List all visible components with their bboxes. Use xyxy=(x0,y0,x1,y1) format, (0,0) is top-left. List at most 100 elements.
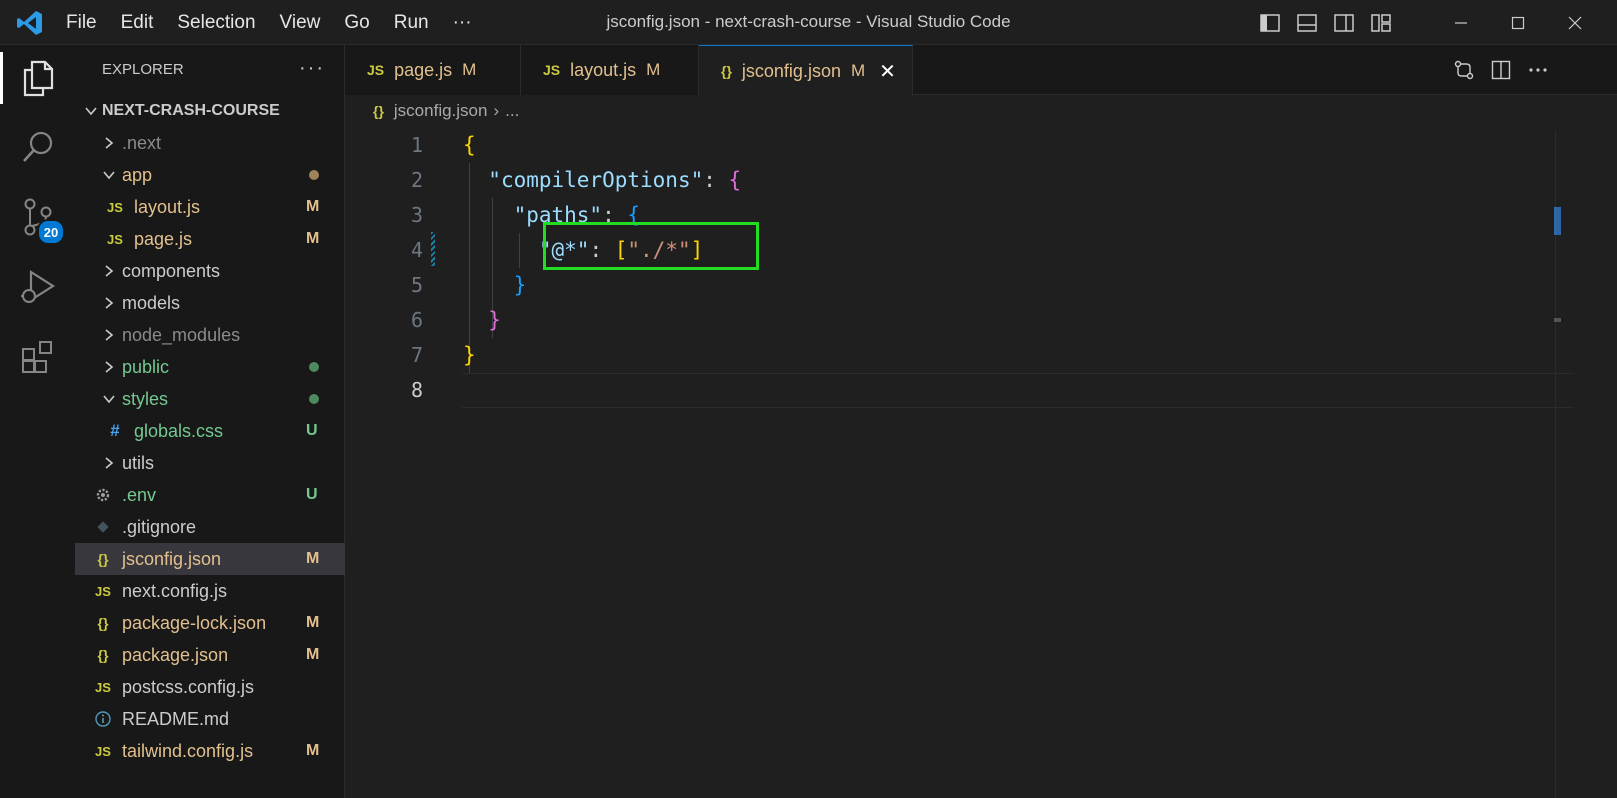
line-number: 6 xyxy=(410,308,423,332)
code-editor[interactable]: 1 { 2 "compilerOptions": { 3 "paths": { … xyxy=(345,125,1617,798)
js-file-icon: JS xyxy=(107,231,123,247)
file-tree-item[interactable]: JS tailwind.config.js M xyxy=(75,735,345,767)
tab-label: layout.js xyxy=(570,59,637,80)
chevron-down-icon xyxy=(100,165,118,185)
brace: } xyxy=(488,308,501,332)
file-tree-item[interactable]: {} package.json M xyxy=(75,639,345,671)
tab-modified-indicator: M xyxy=(850,61,866,80)
tab-jsconfig-json[interactable]: {} jsconfig.json M ✕ xyxy=(699,45,913,96)
file-tree-item-label: README.md xyxy=(122,708,230,729)
file-tree-item[interactable]: .gitignore xyxy=(75,511,345,543)
file-tree-item-label: public xyxy=(122,356,170,377)
explorer-activity[interactable] xyxy=(0,48,75,108)
toggle-panel-icon[interactable] xyxy=(1288,0,1325,45)
breadcrumb-separator: › xyxy=(493,101,500,120)
window-controls xyxy=(1432,0,1603,45)
file-tree-item-label: .gitignore xyxy=(122,516,197,537)
tab-modified-indicator: M xyxy=(462,60,477,79)
line-number: 7 xyxy=(410,343,423,367)
minimize-icon[interactable] xyxy=(1432,0,1489,45)
file-tree-item[interactable]: JS next.config.js xyxy=(75,575,345,607)
chevron-down-icon xyxy=(85,107,97,116)
js-file-icon: JS xyxy=(95,583,111,599)
file-tree-item[interactable]: .next xyxy=(75,127,345,159)
file-tree-item-label: node_modules xyxy=(122,324,241,345)
maximize-icon[interactable] xyxy=(1489,0,1546,45)
file-tree: .next app JS layout.js M JS page.js Mcomponents… xyxy=(75,127,345,767)
git-status-dot xyxy=(309,362,319,372)
git-status-letter: M xyxy=(306,230,320,247)
breadcrumb-more[interactable]: ... xyxy=(505,101,519,121)
file-tree-item[interactable]: # globals.css U xyxy=(75,415,345,447)
js-file-icon: JS xyxy=(107,199,123,215)
run-debug-activity[interactable] xyxy=(0,257,75,317)
js-file-icon: JS xyxy=(95,743,111,759)
breadcrumb-file[interactable]: jsconfig.json xyxy=(394,101,488,121)
tab-label: page.js xyxy=(394,59,453,80)
code-line: 6 } xyxy=(345,303,1555,338)
explorer-sidebar: EXPLORER ··· NEXT-CRASH-COURSE .next app J… xyxy=(75,45,345,798)
workspace-root[interactable]: NEXT-CRASH-COURSE xyxy=(75,95,345,127)
close-tab-icon[interactable]: ✕ xyxy=(879,59,896,84)
file-tree-item[interactable]: .env U xyxy=(75,479,345,511)
toggle-primary-sidebar-icon[interactable] xyxy=(1251,0,1288,45)
menu-selection[interactable]: Selection xyxy=(165,12,267,34)
brace: } xyxy=(513,273,527,297)
css-file-icon: # xyxy=(110,421,120,440)
menu-more[interactable]: ··· xyxy=(441,12,484,34)
file-tree-item-label: package-lock.json xyxy=(122,612,267,633)
tab-layout-js[interactable]: JS layout.js M xyxy=(521,45,699,95)
js-file-icon: JS xyxy=(367,62,385,78)
vscode-logo-icon[interactable] xyxy=(16,9,44,37)
chevron-right-icon xyxy=(100,293,118,313)
file-tree-item[interactable]: {} package-lock.json M xyxy=(75,607,345,639)
toggle-secondary-sidebar-icon[interactable] xyxy=(1325,0,1362,45)
file-tree-item-label: layout.js xyxy=(134,196,201,217)
json-key: "compilerOptions" xyxy=(488,168,704,192)
file-tree-item[interactable]: {} jsconfig.json M xyxy=(75,543,345,575)
customize-layout-icon[interactable] xyxy=(1362,0,1399,45)
file-tree-item[interactable]: JS page.js M xyxy=(75,223,345,255)
file-tree-item-label: app xyxy=(122,164,153,185)
menu-file[interactable]: File xyxy=(54,12,109,34)
line-number: 1 xyxy=(410,133,423,157)
file-tree-item[interactable]: models xyxy=(75,287,345,319)
file-tree-item-label: globals.css xyxy=(134,420,224,441)
chevron-right-icon xyxy=(100,261,118,281)
file-tree-item[interactable]: public xyxy=(75,351,345,383)
git-status-dot xyxy=(309,394,319,404)
more-actions-icon[interactable] xyxy=(1519,67,1556,73)
file-tree-item[interactable]: README.md xyxy=(75,703,345,735)
tab-modified-indicator: M xyxy=(646,60,661,79)
file-tree-item[interactable]: app xyxy=(75,159,345,191)
brace: } xyxy=(463,343,476,367)
code-line: 3 "paths": { xyxy=(345,198,1555,233)
file-tree-item[interactable]: node_modules xyxy=(75,319,345,351)
file-tree-item[interactable]: JS postcss.config.js xyxy=(75,671,345,703)
files-icon xyxy=(23,60,53,97)
close-window-icon[interactable] xyxy=(1546,0,1603,45)
menu-run[interactable]: Run xyxy=(382,12,441,34)
file-tree-item[interactable]: utils xyxy=(75,447,345,479)
annotation-highlight-box xyxy=(543,222,759,270)
search-activity[interactable] xyxy=(0,117,75,177)
source-control-activity[interactable]: 20 xyxy=(0,187,75,247)
file-tree-item[interactable]: styles xyxy=(75,383,345,415)
menu-view[interactable]: View xyxy=(268,12,333,34)
open-changes-icon[interactable] xyxy=(1445,59,1482,81)
editor-actions xyxy=(1445,45,1556,95)
split-editor-icon[interactable] xyxy=(1482,60,1519,80)
file-tree-item[interactable]: JS layout.js M xyxy=(75,191,345,223)
extensions-activity[interactable] xyxy=(0,327,75,387)
file-tree-item-label: models xyxy=(122,292,181,313)
tab-page-js[interactable]: JS page.js M xyxy=(345,45,521,95)
git-status-letter: U xyxy=(306,422,318,439)
file-tree-item-label: tailwind.config.js xyxy=(122,740,254,761)
file-tree-item[interactable]: components xyxy=(75,255,345,287)
search-icon xyxy=(22,131,52,162)
menu-edit[interactable]: Edit xyxy=(109,12,166,34)
explorer-more-actions[interactable]: ··· xyxy=(299,57,325,80)
explorer-header: EXPLORER ··· xyxy=(75,45,345,95)
menu-go[interactable]: Go xyxy=(332,12,381,34)
js-file-icon: JS xyxy=(543,62,561,78)
